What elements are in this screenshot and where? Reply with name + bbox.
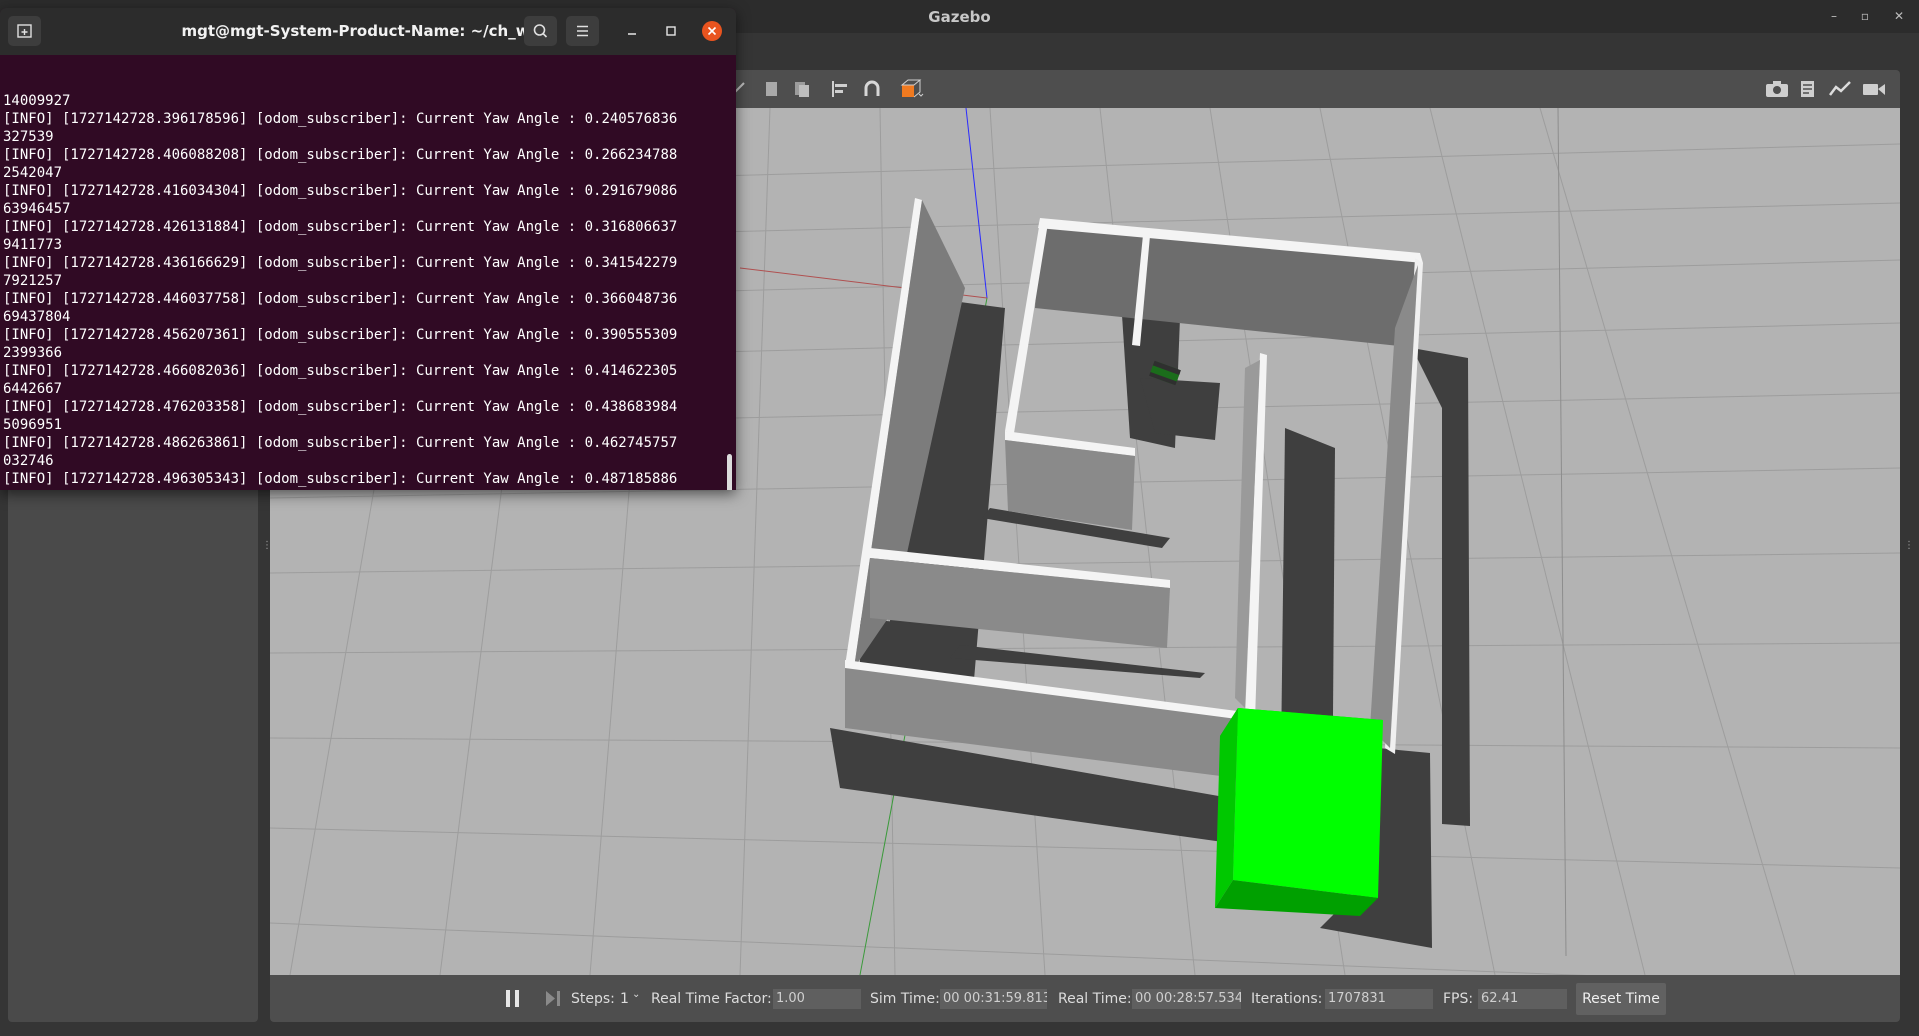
gazebo-left-panel[interactable]: [8, 480, 258, 1022]
left-panel-splitter-handle[interactable]: ⋮: [262, 540, 272, 554]
steps-label: Steps:: [571, 991, 615, 1007]
terminal-line: 14009927: [3, 93, 71, 109]
terminal-line: [INFO] [1727142728.446037758] [odom_subs…: [3, 291, 678, 307]
chevron-down-icon[interactable]: ⌄: [632, 989, 640, 1000]
terminal-line: [INFO] [1727142728.456207361] [odom_subs…: [3, 327, 678, 343]
close-button[interactable]: [702, 21, 722, 41]
terminal-line: 9411773: [3, 237, 63, 253]
copy-icon[interactable]: [762, 79, 782, 99]
fps-label: FPS:: [1443, 991, 1474, 1007]
screenshot-icon[interactable]: [1765, 79, 1789, 99]
gazebo-time-panel: Steps: 1 ⌄ Real Time Factor: 1.00 Sim Ti…: [270, 975, 1900, 1022]
magnet-icon[interactable]: [862, 79, 882, 99]
steps-value[interactable]: 1: [620, 991, 629, 1007]
align-icon[interactable]: [830, 79, 850, 99]
hamburger-menu-button[interactable]: [566, 16, 599, 46]
terminal-window[interactable]: mgt@mgt-System-Product-Name: ~/ch_ws 140…: [0, 8, 736, 490]
rtf-label: Real Time Factor:: [651, 991, 772, 1007]
terminal-line: 5096951: [3, 417, 63, 433]
reset-time-button[interactable]: Reset Time: [1576, 983, 1666, 1015]
terminal-line: 7921257: [3, 273, 63, 289]
terminal-lines: 14009927 [INFO] [1727142728.396178596] [o…: [3, 92, 721, 488]
step-icon[interactable]: [546, 991, 560, 1006]
log-icon[interactable]: [1798, 79, 1818, 99]
terminal-line: [INFO] [1727142728.466082036] [odom_subs…: [3, 363, 678, 379]
terminal-line: 327539: [3, 129, 54, 145]
search-button[interactable]: [524, 16, 557, 46]
goal-box-model[interactable]: [1215, 708, 1383, 916]
plot-icon[interactable]: [1828, 79, 1852, 99]
terminal-line: [INFO] [1727142728.496305343] [odom_subs…: [3, 471, 678, 487]
hamburger-icon: [577, 25, 588, 37]
gazebo-restore-button[interactable]: ▫: [1856, 7, 1874, 25]
terminal-line: [INFO] [1727142728.406088208] [odom_subs…: [3, 147, 678, 163]
gazebo-close-button[interactable]: ✕: [1890, 7, 1908, 25]
iterations-label: Iterations:: [1251, 991, 1323, 1007]
terminal-line: [INFO] [1727142728.476203358] [odom_subs…: [3, 399, 678, 415]
terminal-title: mgt@mgt-System-Product-Name: ~/ch_ws: [181, 22, 539, 40]
terminal-line: [INFO] [1727142728.416034304] [odom_subs…: [3, 183, 678, 199]
terminal-line: 63946457: [3, 201, 71, 217]
terminal-line: 2542047: [3, 165, 63, 181]
gazebo-minimize-button[interactable]: –: [1825, 7, 1843, 25]
terminal-line: [INFO] [1727142728.396178596] [odom_subs…: [3, 111, 678, 127]
new-tab-button[interactable]: [8, 16, 41, 46]
terminal-headerbar: mgt@mgt-System-Product-Name: ~/ch_ws: [0, 8, 736, 55]
terminal-output[interactable]: 14009927 [INFO] [1727142728.396178596] [o…: [3, 56, 721, 488]
terminal-line: [INFO] [1727142728.486263861] [odom_subs…: [3, 435, 678, 451]
pause-icon[interactable]: [506, 990, 520, 1007]
new-tab-icon: [17, 24, 32, 38]
video-record-icon[interactable]: [1862, 79, 1886, 99]
real-time-field: 00 00:28:57.534: [1132, 989, 1241, 1009]
rtf-field: 1.00: [773, 989, 861, 1009]
terminal-line: 69437804: [3, 309, 71, 325]
terminal-line: 2399366: [3, 345, 63, 361]
close-icon: [707, 26, 717, 36]
sim-time-field: 00 00:31:59.813: [940, 989, 1047, 1009]
terminal-scrollbar[interactable]: [727, 454, 732, 490]
real-time-label: Real Time:: [1058, 991, 1132, 1007]
sim-time-label: Sim Time:: [870, 991, 940, 1007]
shape-icon[interactable]: [900, 79, 926, 99]
search-icon: [533, 24, 548, 38]
maximize-icon[interactable]: [662, 22, 680, 40]
terminal-line: [INFO] [1727142728.426131884] [odom_subs…: [3, 219, 678, 235]
fps-field: 62.41: [1478, 989, 1567, 1009]
paste-icon[interactable]: [792, 79, 812, 99]
iterations-field: 1707831: [1325, 989, 1433, 1009]
minimize-icon[interactable]: [623, 22, 641, 40]
terminal-line: 032746: [3, 453, 54, 469]
right-panel-splitter-handle[interactable]: ⋮: [1904, 540, 1914, 554]
terminal-line: 6442667: [3, 381, 63, 397]
terminal-line: [INFO] [1727142728.436166629] [odom_subs…: [3, 255, 678, 271]
